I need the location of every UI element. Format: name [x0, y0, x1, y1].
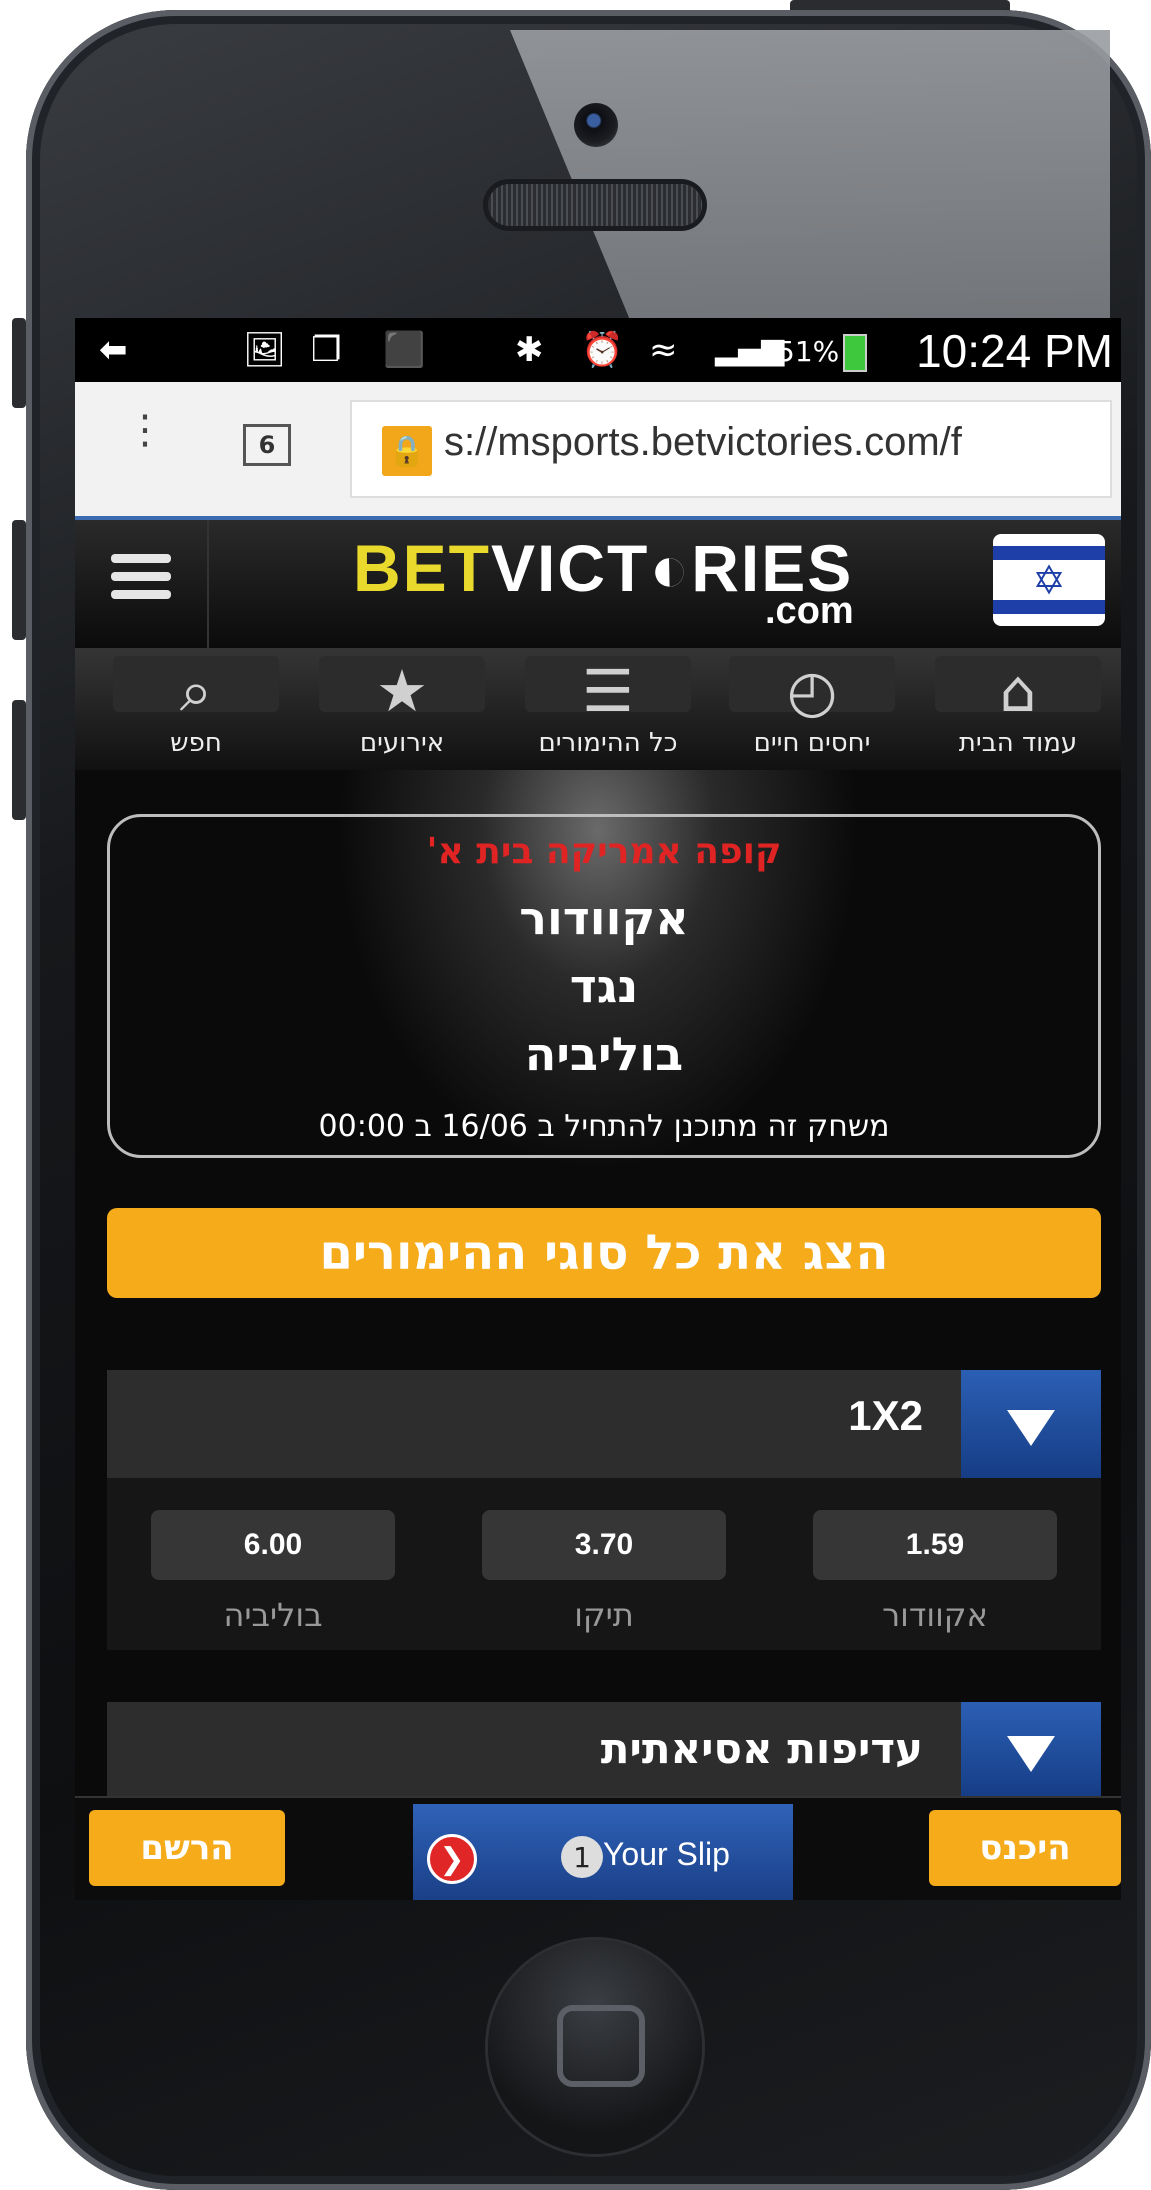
battery-icon: [843, 334, 867, 372]
volume-down-button: [12, 700, 26, 820]
nav-live-odds-label: יחסים חיים: [753, 728, 871, 758]
nav-all-bets-label: כל ההימורים: [538, 728, 678, 758]
market-1x2-header[interactable]: 1X2: [107, 1370, 1101, 1478]
home-team: אקוודור: [519, 891, 689, 945]
market-1x2-odds: 1.59 אקוודור 3.70 תיקו 6.00 בוליביה: [107, 1478, 1101, 1650]
login-button[interactable]: היכנס: [929, 1810, 1121, 1886]
nav-all-bets[interactable]: ☰ כל ההימורים: [521, 656, 695, 766]
search-icon: ⌕: [179, 657, 213, 725]
nav-events-label: אירועים: [359, 728, 445, 758]
menu-dots-icon[interactable]: ⋮: [125, 410, 165, 450]
address-bar[interactable]: 🔒 s://msports.betvictories.com/f: [350, 400, 1112, 498]
bluetooth-icon: ✱: [515, 330, 544, 370]
nav-search-label: חפש: [170, 728, 222, 758]
hamburger-menu-icon[interactable]: [111, 554, 171, 608]
show-all-bets-button[interactable]: הצג את כל סוגי ההימורים: [107, 1208, 1101, 1298]
match-card: קופה אמריקה בית א' אקוודור נגד בוליביה מ…: [107, 814, 1101, 1158]
home-button-icon: [557, 2005, 645, 2087]
list-icon: ☰: [582, 657, 634, 725]
chevron-down-icon: [1007, 1410, 1055, 1446]
mute-switch: [12, 318, 26, 408]
odds-label-draw: תיקו: [574, 1596, 634, 1634]
clock-icon: ◴: [786, 657, 838, 725]
notification-icon: ⬛: [383, 330, 426, 370]
main-nav: ⌕ חפש ★ אירועים ☰ כל ההימורים ◴ יחסים חי…: [75, 648, 1121, 770]
odds-button-away[interactable]: 6.00: [151, 1510, 395, 1580]
battery-percent: 51%: [777, 335, 840, 368]
odds-label-away: בוליביה: [223, 1596, 323, 1634]
versus-label: נגד: [569, 959, 639, 1013]
logo-domain: .com: [765, 590, 854, 632]
star-of-david-icon: ✡: [1032, 558, 1066, 604]
competition-name: קופה אמריקה בית א': [426, 831, 782, 872]
home-icon: ⌂: [999, 657, 1037, 725]
register-button[interactable]: הרשם: [89, 1810, 285, 1886]
volume-up-button: [12, 520, 26, 640]
expand-toggle[interactable]: [961, 1370, 1101, 1478]
nav-search[interactable]: ⌕ חפש: [109, 656, 283, 766]
slip-label: Your Slip: [603, 1836, 730, 1872]
app5-icon: ❐: [311, 330, 342, 370]
odds-label-home: אקוודור: [882, 1596, 988, 1634]
image-icon: 🖼: [243, 330, 287, 370]
front-camera: [574, 103, 618, 147]
add-icon: ⬅: [99, 330, 128, 370]
url-text[interactable]: s://msports.betvictories.com/f: [444, 420, 1104, 465]
header-divider: [207, 520, 209, 648]
bet-slip-button[interactable]: ❯ 1 Your Slip: [413, 1804, 793, 1900]
away-team: בוליביה: [524, 1027, 684, 1081]
arrow-right-icon: ❯: [427, 1834, 477, 1884]
nav-home-label: עמוד הבית: [958, 728, 1078, 758]
market-asian-handicap-header[interactable]: עדיפות אסיאתית: [107, 1702, 1101, 1798]
odds-button-home[interactable]: 1.59: [813, 1510, 1057, 1580]
logo-bet: BET: [353, 531, 491, 605]
chevron-down-icon: [1007, 1736, 1055, 1772]
nav-live-odds[interactable]: ◴ יחסים חיים: [725, 656, 899, 766]
star-icon: ★: [376, 657, 428, 725]
expand-toggle[interactable]: [961, 1702, 1101, 1798]
slip-count-badge: 1: [561, 1836, 603, 1878]
nav-home[interactable]: ⌂ עמוד הבית: [931, 656, 1105, 766]
match-schedule: משחק זה מתוכנן להתחיל ב 16/06 ב 00:00: [318, 1109, 890, 1144]
market-title: 1X2: [848, 1392, 923, 1439]
site-header: BETVICT◐RIES .com ✡: [75, 516, 1121, 648]
phone-screen: ⬅ 🖼 ❐ ⬛ ✱ ⏰ ≈ ▂▄▆ 51% 10:24 PM ⋮ 6 🔒 s:/…: [75, 318, 1121, 1900]
clock: 10:24 PM: [916, 325, 1113, 377]
browser-toolbar: ⋮ 6 🔒 s://msports.betvictories.com/f: [75, 382, 1121, 516]
tab-switcher-button[interactable]: 6: [243, 424, 291, 466]
wifi-icon: ≈: [649, 330, 678, 370]
signal-icon: ▂▄▆: [715, 332, 785, 367]
earpiece-speaker: [488, 184, 702, 226]
israel-flag-icon[interactable]: ✡: [993, 534, 1105, 626]
odds-button-draw[interactable]: 3.70: [482, 1510, 726, 1580]
nav-events[interactable]: ★ אירועים: [315, 656, 489, 766]
bottom-action-bar: הרשם ❯ 1 Your Slip היכנס: [75, 1796, 1121, 1900]
alarm-icon: ⏰: [581, 330, 624, 370]
market-title: עדיפות אסיאתית: [600, 1724, 923, 1773]
lock-icon: 🔒: [382, 426, 432, 476]
status-bar: ⬅ 🖼 ❐ ⬛ ✱ ⏰ ≈ ▂▄▆ 51% 10:24 PM: [75, 318, 1121, 382]
